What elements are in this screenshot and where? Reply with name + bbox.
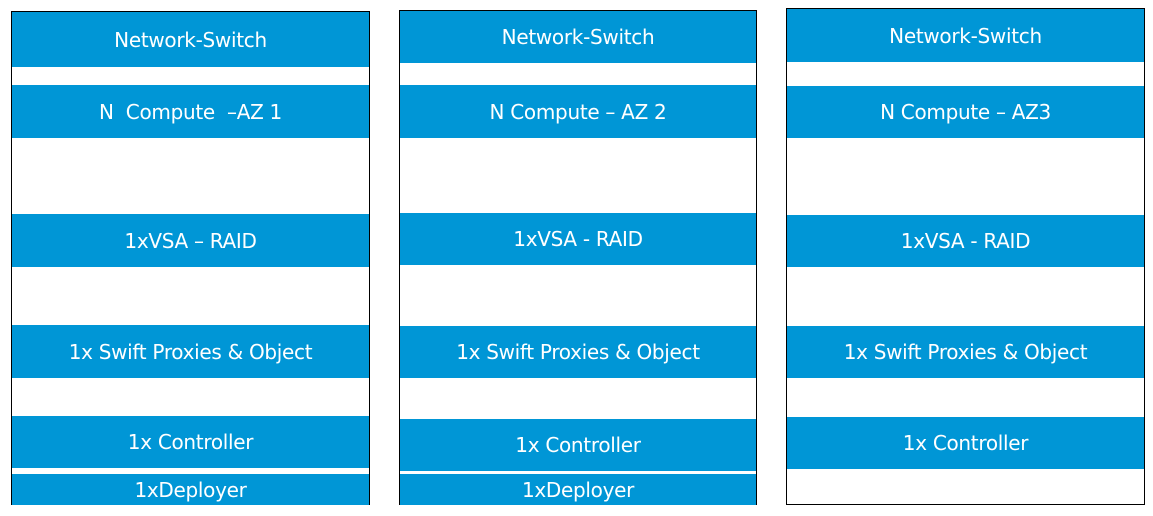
az2-swift-block: 1x Swift Proxies & Object	[400, 326, 756, 378]
az2-vsa-label: 1xVSA - RAID	[513, 227, 643, 251]
az1-controller-label: 1x Controller	[127, 430, 254, 454]
az2-controller-label: 1x Controller	[515, 433, 641, 457]
az1-swift-label: 1x Swift Proxies & Object	[68, 339, 313, 364]
az1-deployer-block: 1xDeployer	[12, 474, 369, 505]
az3-controller-block: 1x Controller	[787, 417, 1144, 469]
az1-compute-block: N Compute –AZ 1	[12, 85, 369, 138]
az1-controller-block: 1x Controller	[12, 416, 369, 468]
az1-swift-block: 1x Swift Proxies & Object	[12, 325, 369, 378]
az1-column: Network-Switch N Compute –AZ 1 1xVSA – R…	[11, 11, 370, 505]
az2-swift-label: 1x Swift Proxies & Object	[456, 340, 700, 364]
az1-vsa-label: 1xVSA – RAID	[124, 228, 257, 253]
az1-network-switch-label: Network-Switch	[114, 27, 267, 52]
az2-deployer-label: 1xDeployer	[521, 477, 635, 502]
az2-compute-block: N Compute – AZ 2	[400, 85, 756, 138]
az3-vsa-label: 1xVSA - RAID	[900, 229, 1031, 253]
az2-network-switch-block: Network-Switch	[400, 11, 756, 63]
az3-network-switch-block: Network-Switch	[787, 9, 1144, 62]
az1-vsa-block: 1xVSA – RAID	[12, 214, 369, 267]
az2-column: Network-Switch N Compute – AZ 2 1xVSA - …	[399, 10, 757, 505]
az1-network-switch-block: Network-Switch	[12, 12, 369, 67]
az3-compute-label: N Compute – AZ3	[880, 100, 1051, 124]
az2-compute-label: N Compute – AZ 2	[489, 99, 667, 124]
az3-vsa-block: 1xVSA - RAID	[787, 215, 1144, 267]
az3-column: Network-Switch N Compute – AZ3 1xVSA - R…	[786, 8, 1145, 505]
az3-swift-block: 1x Swift Proxies & Object	[787, 326, 1144, 378]
az2-deployer-block: 1xDeployer	[400, 474, 756, 505]
az2-vsa-block: 1xVSA - RAID	[400, 213, 756, 265]
az2-network-switch-label: Network-Switch	[501, 25, 655, 49]
az3-controller-label: 1x Controller	[902, 431, 1029, 455]
az1-compute-label: N Compute –AZ 1	[99, 99, 282, 124]
az3-compute-block: N Compute – AZ3	[787, 86, 1144, 138]
az3-swift-label: 1x Swift Proxies & Object	[843, 340, 1088, 364]
az2-controller-block: 1x Controller	[400, 419, 756, 471]
az3-network-switch-label: Network-Switch	[889, 23, 1042, 48]
az1-deployer-label: 1xDeployer	[134, 477, 247, 502]
